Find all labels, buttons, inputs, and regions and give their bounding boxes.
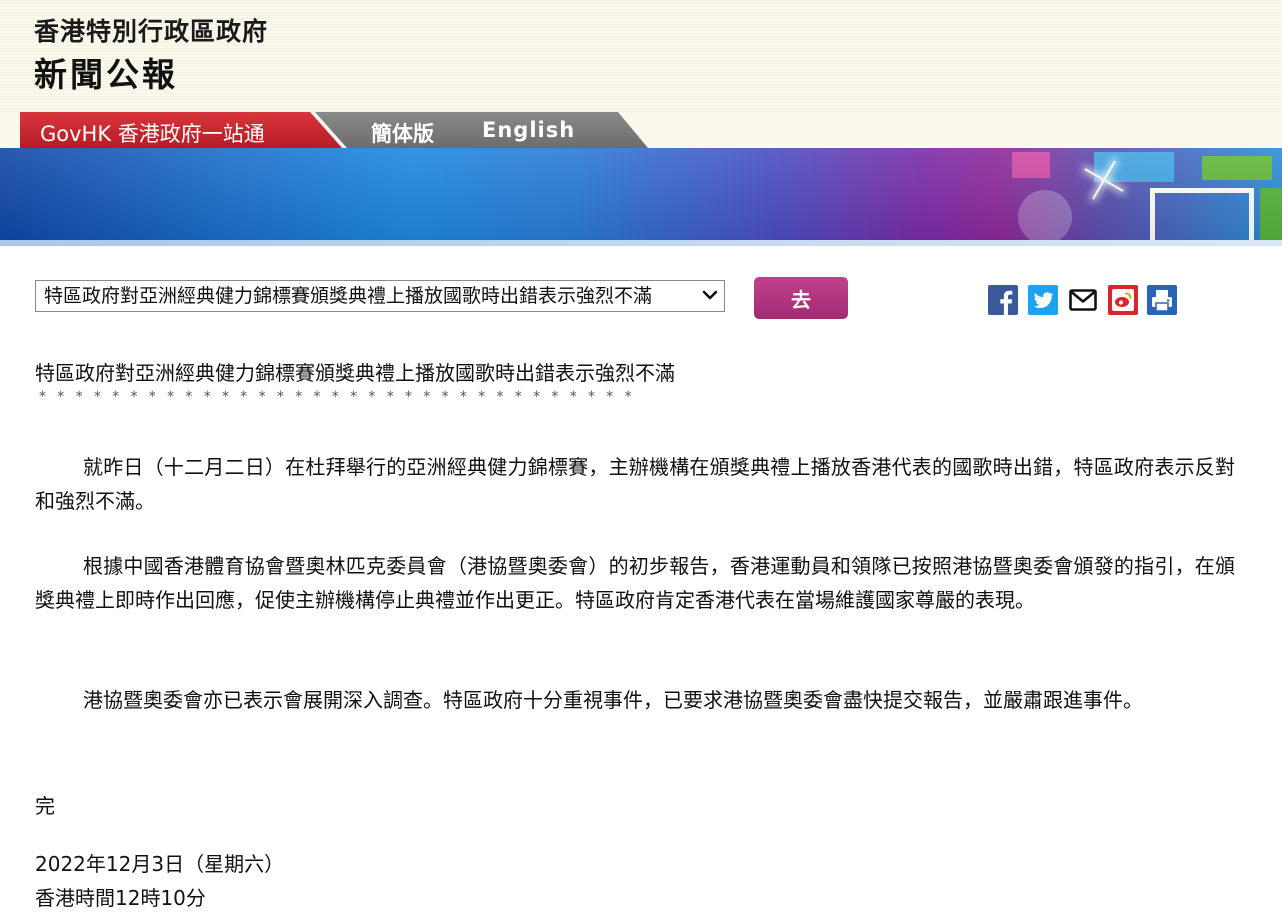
release-time: 香港時間12時10分 [35,886,206,910]
header: 香港特別行政區政府 新聞公報 [0,0,1282,112]
go-button[interactable]: 去 [754,277,848,319]
top-nav: GovHK 香港政府一站通 簡体版 English [0,112,1282,148]
nav-language-tab [300,112,648,148]
banner-shine [0,148,1282,240]
government-name: 香港特別行政區政府 [34,17,269,46]
english-link[interactable]: English [482,118,575,142]
govhk-link[interactable]: GovHK 香港政府一站通 [40,118,265,148]
email-icon[interactable] [1068,285,1098,315]
banner-underline [0,240,1282,246]
article-title: 特區政府對亞洲經典健力錦標賽頒獎典禮上播放國歌時出錯表示強烈不滿 [35,361,675,385]
site-title: 新聞公報 [34,55,178,94]
article-paragraph: 根據中國香港體育協會暨奧林匹克委員會（港協暨奧委會）的初步報告，香港運動員和領隊… [35,554,1235,612]
article-paragraph: 就昨日（十二月二日）在杜拜舉行的亞洲經典健力錦標賽，主辦機構在頒獎典禮上播放香港… [35,455,1235,513]
release-date: 2022年12月3日（星期六） [35,852,285,876]
title-separator: ********************************* [39,389,643,405]
article-end-mark: 完 [35,794,55,818]
facebook-icon[interactable] [988,285,1018,315]
press-release-select[interactable]: 特區政府對亞洲經典健力錦標賽頒獎典禮上播放國歌時出錯表示強烈不滿 [35,280,725,312]
twitter-icon[interactable] [1028,285,1058,315]
article-paragraph: 港協暨奧委會亦已表示會展開深入調查。特區政府十分重視事件，已要求港協暨奧委會盡快… [83,688,1143,712]
simplified-chinese-link[interactable]: 簡体版 [371,118,434,148]
header-banner [0,148,1282,240]
weibo-icon[interactable] [1108,285,1138,315]
print-icon[interactable] [1147,285,1177,315]
